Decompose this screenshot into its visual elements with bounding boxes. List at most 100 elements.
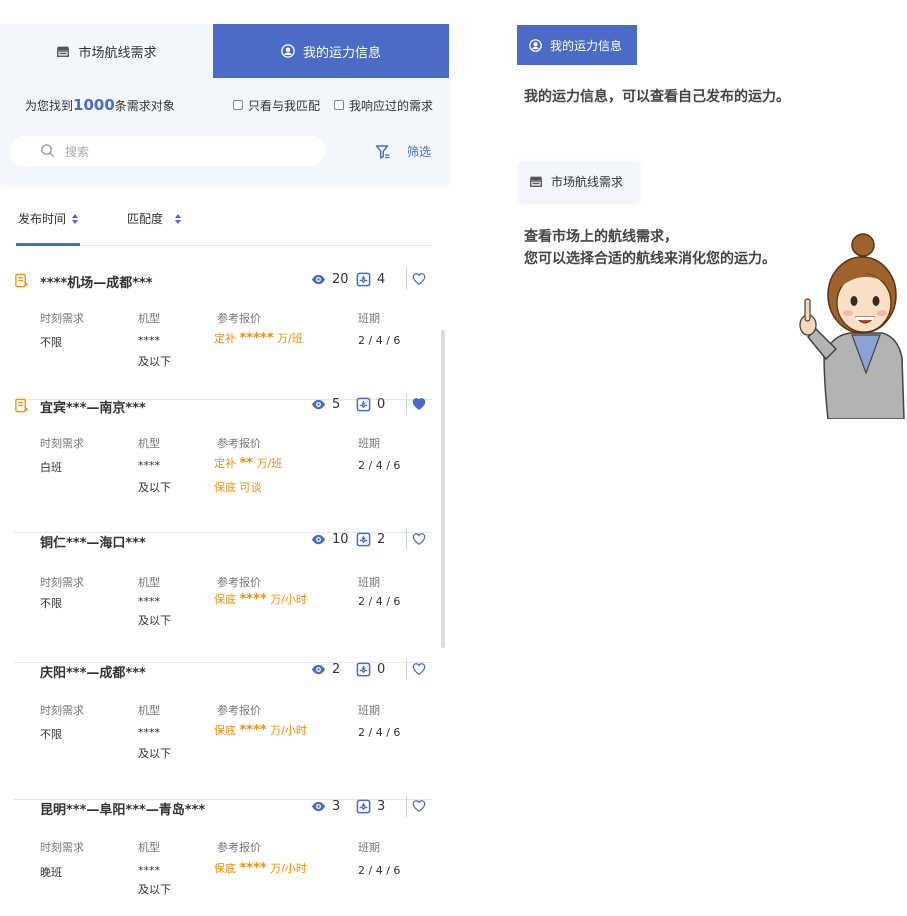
sort-time-label: 发布时间 xyxy=(18,212,67,226)
market-demand-tag: 市场航线需求 xyxy=(519,161,639,201)
tab-my-capacity[interactable]: 我的运力信息 xyxy=(213,24,449,78)
price-stars: **** xyxy=(239,861,267,876)
view-count-value: 3 xyxy=(332,799,341,814)
price-value: 保底 **** 万/小时 xyxy=(214,591,307,607)
checkbox-box[interactable] xyxy=(333,100,344,110)
eye-icon xyxy=(311,274,326,285)
price-label: 参考报价 xyxy=(217,437,261,450)
price-value: 保底 **** 万/小时 xyxy=(214,860,307,876)
price-type: 定补 xyxy=(214,457,236,470)
eye-icon xyxy=(311,801,326,812)
favorite-heart-icon[interactable] xyxy=(412,532,426,546)
favorite-heart-icon[interactable] xyxy=(412,662,426,676)
sort-bar: 发布时间 匹配度 xyxy=(16,202,432,246)
guide-character-illustration xyxy=(799,233,905,419)
time-value: 白班 xyxy=(40,461,62,474)
divider xyxy=(406,268,407,290)
demand-card[interactable]: 庆阳***—成都*** 2 0 时刻需求 机型 参考报价 班期 不限 **** 及以下 保底 ***… xyxy=(14,658,432,800)
schedule-value: 2 / 4 / 6 xyxy=(358,726,401,739)
summary-suffix: 条需求对象 xyxy=(114,98,175,113)
reply-inbox-icon xyxy=(356,799,371,814)
time-label: 时刻需求 xyxy=(40,437,84,450)
demand-card[interactable]: 宜宾***—南京*** 5 0 时刻需求 机型 参考报价 班期 白班 **** 及以下 定补 ** … xyxy=(14,393,432,533)
view-count: 3 xyxy=(311,799,340,814)
reply-inbox-icon xyxy=(356,272,371,287)
store-icon xyxy=(529,176,543,187)
filter-button[interactable]: 筛选 xyxy=(375,143,431,160)
price-unit: 万/班 xyxy=(256,457,283,470)
search-input[interactable]: 搜索 xyxy=(10,136,325,166)
result-summary: 为您找到 1000 条需求对象 只看与我匹配 我响应过的需求 xyxy=(25,96,433,114)
model-label: 机型 xyxy=(138,841,160,854)
view-count-value: 2 xyxy=(332,662,341,677)
user-circle-icon xyxy=(281,44,295,58)
view-count: 10 xyxy=(311,532,349,547)
schedule-value: 2 / 4 / 6 xyxy=(358,334,401,347)
filter-label: 筛选 xyxy=(406,145,431,159)
my-capacity-tag-label: 我的运力信息 xyxy=(550,38,623,53)
match-only-checkbox[interactable]: 只看与我匹配 xyxy=(232,97,320,114)
model-sub-value: 及以下 xyxy=(138,481,171,494)
sort-arrows-icon xyxy=(72,213,79,224)
time-value: 晚班 xyxy=(40,866,62,879)
sort-by-match[interactable]: 匹配度 xyxy=(127,210,182,227)
model-sub-value: 及以下 xyxy=(138,614,171,627)
price-value: 定补 ***** 万/班 xyxy=(214,330,303,346)
reply-count-value: 4 xyxy=(377,272,386,287)
price-unit: 万/小时 xyxy=(270,862,307,875)
store-icon xyxy=(57,46,70,57)
price-stars: ***** xyxy=(239,331,274,346)
divider xyxy=(406,393,407,415)
filter-icon xyxy=(375,144,390,159)
price-value: 定补 ** 万/班 xyxy=(214,455,282,471)
price-secondary: 保底 可谈 xyxy=(214,481,262,494)
reply-inbox-icon xyxy=(356,397,371,412)
demand-card[interactable]: 昆明***—阜阳***—青岛*** 3 3 时刻需求 机型 参考报价 班期 晚班 **** 及以下… xyxy=(14,795,432,916)
price-label: 参考报价 xyxy=(217,704,261,717)
user-circle-icon xyxy=(529,38,542,52)
route-name: ****机场—成都*** xyxy=(40,276,153,291)
model-label: 机型 xyxy=(138,312,160,325)
tab-market-demand[interactable]: 市场航线需求 xyxy=(0,24,213,78)
filter-box: 为您找到 1000 条需求对象 只看与我匹配 我响应过的需求 搜索 筛选 xyxy=(0,78,449,182)
model-label: 机型 xyxy=(138,437,160,450)
responded-checkbox[interactable]: 我响应过的需求 xyxy=(333,97,433,114)
reply-count: 0 xyxy=(356,397,385,412)
checkbox-box[interactable] xyxy=(232,100,243,110)
reply-count: 2 xyxy=(356,532,385,547)
divider xyxy=(406,658,407,680)
price-stars: ** xyxy=(239,456,254,471)
market-demand-description: 查看市场上的航线需求， 您可以选择合适的航线来消化您的运力。 xyxy=(524,226,776,270)
price-type: 保底 xyxy=(214,593,236,606)
model-sub-value: 及以下 xyxy=(138,747,171,760)
model-value: **** xyxy=(138,459,160,472)
price-unit: 万/小时 xyxy=(270,593,307,606)
favorite-heart-icon[interactable] xyxy=(412,397,426,411)
sort-by-time[interactable]: 发布时间 xyxy=(18,210,79,227)
model-label: 机型 xyxy=(138,576,160,589)
schedule-label: 班期 xyxy=(358,841,380,854)
schedule-value: 2 / 4 / 6 xyxy=(358,595,401,608)
demand-card[interactable]: 铜仁***—海口*** 10 2 时刻需求 机型 参考报价 班期 不限 **** 及以下 保底 **… xyxy=(14,528,432,663)
price-label: 参考报价 xyxy=(217,576,261,589)
price-type: 保底 xyxy=(214,862,236,875)
favorite-heart-icon[interactable] xyxy=(412,799,426,813)
view-count: 2 xyxy=(311,662,340,677)
market-demand-tag-label: 市场航线需求 xyxy=(551,174,624,189)
description-line: 查看市场上的航线需求， xyxy=(524,229,678,245)
schedule-label: 班期 xyxy=(358,576,380,589)
demand-card[interactable]: ****机场—成都*** 20 4 时刻需求 机型 参考报价 班期 不限 **** 及以下 定补 *… xyxy=(14,268,432,400)
time-value: 不限 xyxy=(40,336,62,349)
model-value: **** xyxy=(138,864,160,877)
tab-bar: 市场航线需求 我的运力信息 xyxy=(0,24,449,78)
view-count-value: 5 xyxy=(332,397,341,412)
document-icon xyxy=(15,398,29,413)
favorite-heart-icon[interactable] xyxy=(412,272,426,286)
sort-arrows-icon xyxy=(175,213,182,224)
reply-count-value: 0 xyxy=(377,397,386,412)
scrollbar[interactable] xyxy=(441,330,445,648)
price-unit: 万/班 xyxy=(277,332,303,345)
eye-icon xyxy=(311,399,326,410)
price-unit: 万/小时 xyxy=(270,724,307,737)
reply-count-value: 3 xyxy=(377,799,386,814)
